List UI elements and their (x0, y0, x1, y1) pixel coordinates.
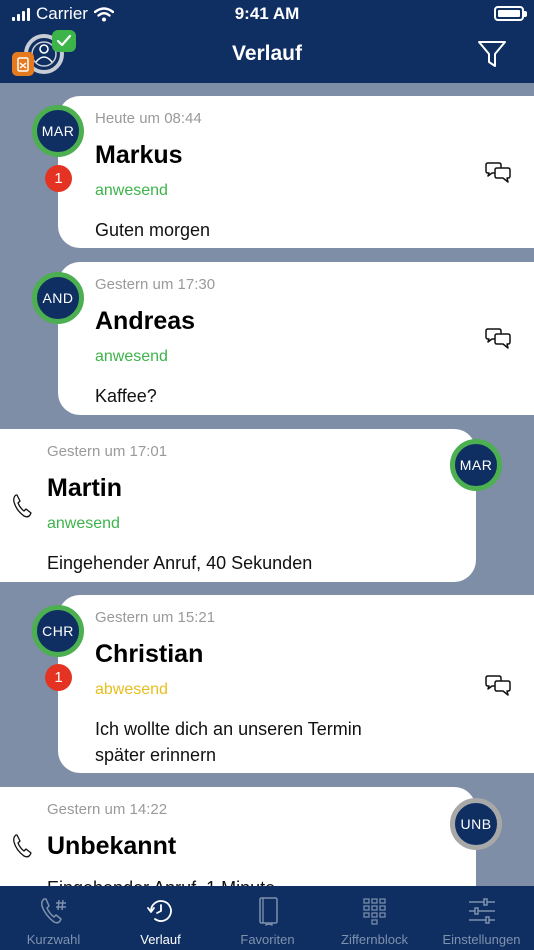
tab-bar: Kurzwahl Verlauf Favoriten Ziffernblock (0, 886, 534, 950)
contact-name: Christian (95, 640, 204, 668)
tab-favoriten[interactable]: Favoriten (214, 886, 321, 950)
history-item[interactable]: Heute um 08:44 Markus anwesend Guten mor… (58, 96, 534, 248)
unread-badge: 1 (45, 664, 72, 691)
status-bar: Carrier 9:41 AM (0, 0, 534, 28)
message-preview: Guten morgen (95, 220, 211, 240)
message-line: Ich wollte dich an unseren Termin (95, 719, 362, 739)
tab-verlauf[interactable]: Verlauf (107, 886, 214, 950)
book-icon (259, 897, 278, 926)
tab-label: Einstellungen (442, 932, 521, 947)
history-clock-icon (147, 900, 172, 922)
presence-status: abwesend (95, 681, 168, 698)
contact-name: Unbekannt (47, 832, 177, 860)
avatar[interactable]: MAR (450, 439, 502, 491)
contact-name: Andreas (95, 307, 196, 335)
history-item[interactable]: Gestern um 14:22 Unbekannt Eingehender A… (0, 787, 476, 886)
chat-bubbles-icon[interactable] (484, 328, 512, 350)
presence-status: anwesend (95, 182, 168, 199)
avatar[interactable]: AND (32, 272, 84, 324)
message-preview: Ich wollte dich an unseren Termin später… (95, 716, 362, 768)
tab-label: Verlauf (140, 932, 181, 947)
tab-kurzwahl[interactable]: Kurzwahl (0, 886, 107, 950)
presence-status: anwesend (95, 348, 168, 365)
phone-hash-icon (41, 898, 66, 924)
phone-icon[interactable] (12, 833, 34, 859)
status-time: 9:41 AM (234, 4, 300, 23)
battery-icon (494, 6, 527, 21)
unread-badge: 1 (45, 165, 72, 192)
tab-label: Kurzwahl (26, 932, 81, 947)
item-time: Gestern um 17:30 (95, 276, 216, 293)
item-time: Heute um 08:44 (95, 110, 202, 127)
call-summary: Eingehender Anruf, 40 Sekunden (47, 553, 313, 573)
history-item[interactable]: Gestern um 17:01 Martin anwesend Eingehe… (0, 429, 476, 582)
message-line: später erinnern (95, 745, 217, 765)
item-time: Gestern um 14:22 (47, 801, 168, 818)
avatar[interactable]: MAR (32, 105, 84, 157)
tab-ziffernblock[interactable]: Ziffernblock (321, 886, 428, 950)
item-time: Gestern um 15:21 (95, 609, 216, 626)
tab-einstellungen[interactable]: Einstellungen (428, 886, 534, 950)
phone-icon[interactable] (12, 493, 34, 519)
tab-label: Ziffernblock (341, 932, 408, 947)
contact-name: Martin (47, 474, 122, 502)
contact-name: Markus (95, 141, 183, 169)
filter-icon[interactable] (476, 38, 508, 70)
chat-bubbles-icon[interactable] (484, 162, 512, 184)
message-preview: Kaffee? (95, 386, 157, 406)
avatar[interactable]: CHR (32, 605, 84, 657)
avatar[interactable]: UNB (450, 798, 502, 850)
keypad-icon (363, 898, 386, 925)
history-item[interactable]: Gestern um 17:30 Andreas anwesend Kaffee… (58, 262, 534, 415)
nav-bar: Verlauf (0, 28, 534, 83)
page-title: Verlauf (231, 42, 303, 65)
sliders-icon (469, 898, 495, 924)
history-item[interactable]: Gestern um 15:21 Christian abwesend Ich … (58, 595, 534, 773)
chat-bubbles-icon[interactable] (484, 675, 512, 697)
presence-status: anwesend (47, 515, 120, 532)
history-list[interactable]: Heute um 08:44 Markus anwesend Guten mor… (0, 83, 534, 886)
call-summary: Eingehender Anruf, 1 Minute (47, 875, 275, 886)
item-time: Gestern um 17:01 (47, 443, 168, 460)
tab-label: Favoriten (240, 932, 295, 947)
